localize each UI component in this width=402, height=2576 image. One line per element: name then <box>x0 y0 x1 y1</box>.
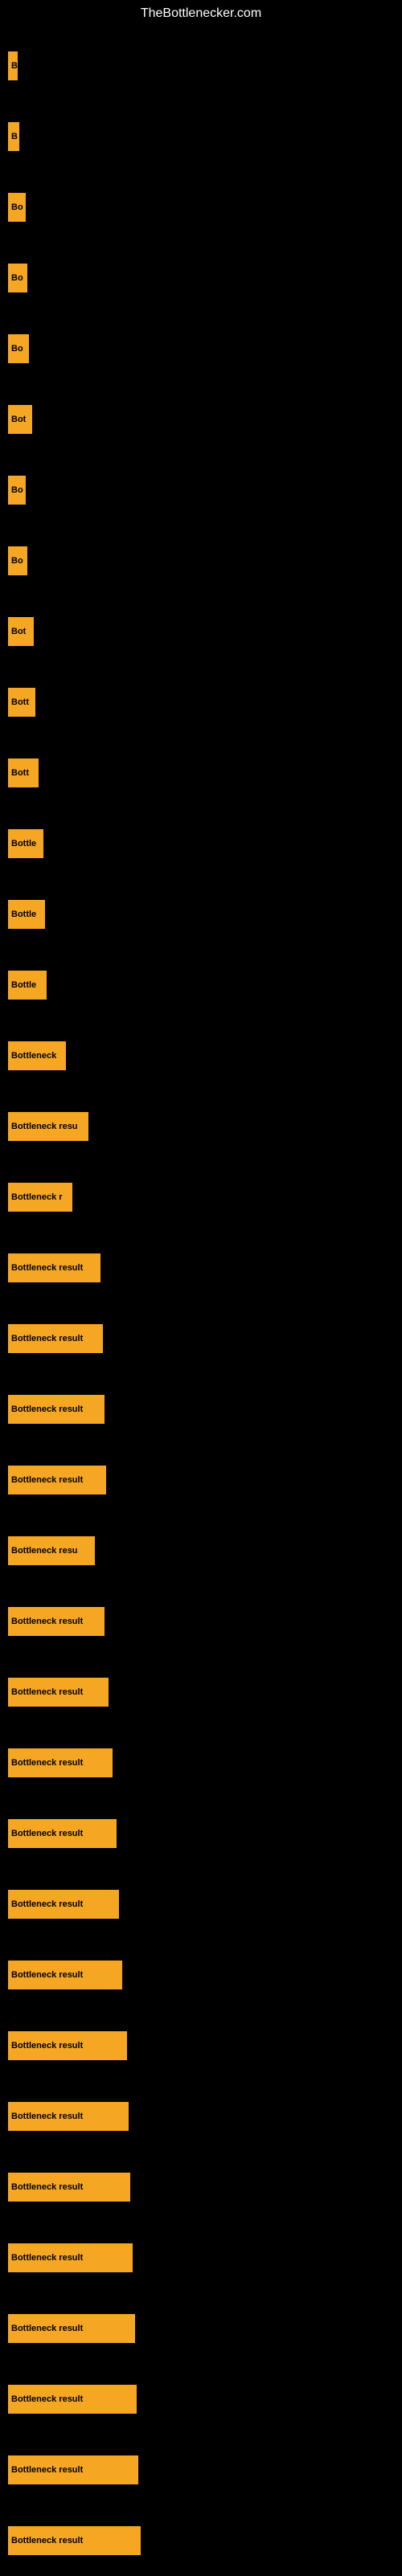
bar-row: Bottleneck result <box>8 1445 394 1515</box>
bar-item: Bottleneck result <box>8 1890 119 1919</box>
bar-item: Bottleneck result <box>8 1819 117 1848</box>
bar-item: B <box>8 51 18 80</box>
bar-item: Bott <box>8 758 39 787</box>
bar-row: Bott <box>8 667 394 738</box>
bar-item: Bot <box>8 405 32 434</box>
bar-item: Bo <box>8 546 27 575</box>
bar-item: Bo <box>8 334 29 363</box>
bar-item: Bottleneck r <box>8 1183 72 1212</box>
bar-row: Bottleneck result <box>8 1303 394 1374</box>
bar-row: Bo <box>8 172 394 243</box>
bar-item: Bottleneck result <box>8 2455 138 2484</box>
bar-row: B <box>8 101 394 172</box>
bar-row: Bo <box>8 455 394 525</box>
bar-item: B <box>8 122 19 151</box>
bar-item: Bottleneck result <box>8 2173 130 2202</box>
bar-item: Bottleneck result <box>8 1748 113 1777</box>
bar-row: Bottleneck result <box>8 2364 394 2435</box>
bar-item: Bottleneck result <box>8 2314 135 2343</box>
bar-row: Bottleneck result <box>8 2222 394 2293</box>
bar-row: Bottleneck result <box>8 1657 394 1728</box>
bar-row: Bottleneck result <box>8 1586 394 1657</box>
bar-row: Bo <box>8 525 394 596</box>
bar-row: Bottleneck result <box>8 1798 394 1869</box>
bar-item: Bottle <box>8 900 45 929</box>
bar-row: Bot <box>8 384 394 455</box>
bar-row: Bottleneck result <box>8 1728 394 1798</box>
bar-item: Bottleneck result <box>8 1253 100 1282</box>
bar-row: Bottleneck result <box>8 2505 394 2576</box>
bar-item: Bo <box>8 264 27 292</box>
bars-container: B B Bo Bo Bo Bot Bo Bo Bot Bott Bott Bottle Bottle Bo… <box>0 31 402 2576</box>
bar-item: Bottleneck result <box>8 1466 106 1494</box>
bar-row: Bottleneck result <box>8 2152 394 2222</box>
bar-item: Bottleneck result <box>8 1607 105 1636</box>
bar-item: Bottleneck result <box>8 2102 129 2131</box>
bar-row: Bottleneck <box>8 1020 394 1091</box>
bar-row: Bot <box>8 596 394 667</box>
bar-item: Bott <box>8 688 35 717</box>
bar-row: Bottle <box>8 879 394 950</box>
bar-row: Bottleneck result <box>8 2293 394 2364</box>
bar-item: Bottle <box>8 971 47 1000</box>
bar-row: Bottleneck result <box>8 2010 394 2081</box>
bar-row: Bottleneck resu <box>8 1091 394 1162</box>
bar-row: Bo <box>8 243 394 313</box>
bar-item: Bottleneck result <box>8 2243 133 2272</box>
bar-row: Bottle <box>8 808 394 879</box>
bar-item: Bo <box>8 193 26 222</box>
bar-item: Bo <box>8 476 26 505</box>
bar-item: Bottleneck <box>8 1041 66 1070</box>
bar-row: Bottleneck result <box>8 2081 394 2152</box>
bar-item: Bot <box>8 617 34 646</box>
bar-row: Bottleneck r <box>8 1162 394 1233</box>
bar-item: Bottleneck resu <box>8 1536 95 1565</box>
bar-row: Bottleneck result <box>8 1374 394 1445</box>
bar-row: Bottleneck resu <box>8 1515 394 1586</box>
bar-item: Bottleneck result <box>8 2385 137 2414</box>
site-title: TheBottlenecker.com <box>0 0 402 31</box>
bar-item: Bottleneck result <box>8 1395 105 1424</box>
bar-item: Bottleneck result <box>8 2526 141 2555</box>
bar-row: Bott <box>8 738 394 808</box>
bar-item: Bottleneck result <box>8 2031 127 2060</box>
bar-row: Bottleneck result <box>8 1940 394 2010</box>
bar-row: Bottleneck result <box>8 2435 394 2505</box>
bar-row: Bo <box>8 313 394 384</box>
bar-row: Bottleneck result <box>8 1233 394 1303</box>
bar-item: Bottleneck result <box>8 1678 109 1707</box>
bar-item: Bottleneck resu <box>8 1112 88 1141</box>
bar-row: Bottle <box>8 950 394 1020</box>
bar-item: Bottleneck result <box>8 1324 103 1353</box>
bar-row: B <box>8 31 394 101</box>
bar-item: Bottleneck result <box>8 1961 122 1989</box>
bar-row: Bottleneck result <box>8 1869 394 1940</box>
bar-item: Bottle <box>8 829 43 858</box>
